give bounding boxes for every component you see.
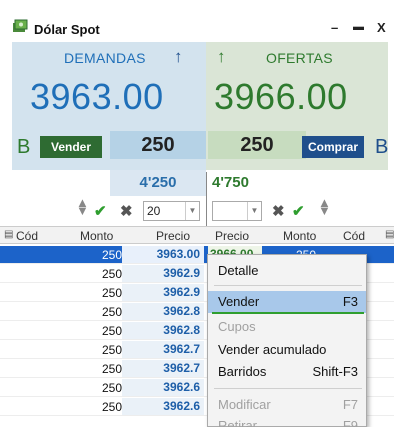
- menu-separator: [214, 388, 362, 389]
- clear-icon[interactable]: ✖: [120, 202, 133, 220]
- chevron-down-icon: ▼: [185, 202, 199, 220]
- precio-cell: 3962.6: [122, 398, 204, 415]
- title-bar: Dólar Spot – ▬ X: [0, 0, 394, 42]
- precio-cell: 3962.8: [122, 303, 204, 320]
- check-icon[interactable]: ✔: [94, 202, 107, 220]
- header-precio-left[interactable]: Precio: [156, 229, 190, 243]
- sort-icon[interactable]: ▲ ▼: [76, 196, 89, 217]
- depth-select-left[interactable]: 20 ▼: [143, 201, 200, 221]
- precio-cell: 3962.7: [122, 360, 204, 377]
- check-icon[interactable]: ✔: [292, 202, 305, 220]
- precio-cell: 3962.9: [122, 284, 204, 301]
- columns-icon[interactable]: ▤: [385, 229, 394, 240]
- table-header: ▤ Cód Monto Precio Precio Monto Cód ▤: [0, 226, 394, 244]
- vender-button[interactable]: Vender: [40, 136, 102, 158]
- depth-select-right[interactable]: ▼: [212, 201, 262, 221]
- monto-cell: 250: [101, 305, 122, 319]
- monto-cell: 250: [101, 267, 122, 281]
- clear-icon[interactable]: ✖: [272, 202, 285, 220]
- precio-cell: 3962.8: [122, 322, 204, 339]
- context-menu: Detalle Vender F3 Cupos Vender acumulado…: [207, 254, 367, 427]
- monto-cell: 250: [101, 400, 122, 414]
- demandas-up-arrow-icon: ↑: [174, 47, 183, 66]
- ofertas-total: 4'750: [212, 174, 249, 191]
- ofertas-up-arrow-icon: ↑: [217, 47, 226, 66]
- monto-cell: 250: [101, 362, 122, 376]
- header-monto-left[interactable]: Monto: [80, 229, 113, 243]
- precio-cell: 3962.9: [122, 265, 204, 282]
- comprar-button[interactable]: Comprar: [302, 136, 364, 158]
- menu-separator: [214, 285, 362, 286]
- monto-cell: 250: [101, 381, 122, 395]
- demandas-label: DEMANDAS: [64, 50, 146, 66]
- menu-item-barridos[interactable]: Barridos Shift-F3: [208, 361, 366, 383]
- header-cod-right[interactable]: Cód: [343, 229, 365, 243]
- maximize-button[interactable]: ▬: [353, 21, 364, 33]
- menu-item-cupos[interactable]: Cupos: [208, 316, 366, 338]
- precio-cell: 3962.6: [122, 379, 204, 396]
- menu-item-retirar[interactable]: Retirar F9: [208, 415, 366, 427]
- ofertas-label: OFERTAS: [266, 50, 333, 66]
- header-monto-right[interactable]: Monto: [283, 229, 316, 243]
- menu-highlight-underline: [212, 312, 364, 314]
- close-button[interactable]: X: [377, 20, 386, 35]
- ofertas-b-indicator: B: [375, 136, 389, 158]
- monto-cell: 250: [101, 343, 122, 357]
- header-precio-right[interactable]: Precio: [215, 229, 249, 243]
- precio-cell: 3963.00: [122, 246, 204, 263]
- menu-item-vender-acumulado[interactable]: Vender acumulado: [208, 339, 366, 361]
- sort-icon[interactable]: ▲ ▼: [318, 196, 331, 217]
- menu-item-detalle[interactable]: Detalle: [208, 260, 366, 282]
- demandas-b-indicator: B: [17, 136, 31, 158]
- minimize-button[interactable]: –: [331, 20, 338, 35]
- monto-cell: 250: [101, 248, 122, 262]
- ofertas-quantity[interactable]: 250: [208, 131, 306, 159]
- columns-icon[interactable]: ▤: [4, 229, 13, 240]
- window-title: Dólar Spot: [34, 22, 100, 37]
- demandas-quantity[interactable]: 250: [110, 131, 206, 159]
- ofertas-price: 3966.00: [214, 76, 348, 117]
- monto-cell: 250: [101, 286, 122, 300]
- center-divider: [206, 172, 207, 226]
- demandas-price: 3963.00: [30, 76, 164, 117]
- money-icon: [13, 19, 28, 32]
- monto-cell: 250: [101, 324, 122, 338]
- chevron-down-icon: ▼: [247, 202, 261, 220]
- demandas-total: 4'250: [110, 170, 206, 196]
- menu-item-modificar[interactable]: Modificar F7: [208, 394, 366, 416]
- menu-item-vender[interactable]: Vender F3: [208, 291, 366, 313]
- header-cod-left[interactable]: Cód: [16, 229, 38, 243]
- precio-cell: 3962.7: [122, 341, 204, 358]
